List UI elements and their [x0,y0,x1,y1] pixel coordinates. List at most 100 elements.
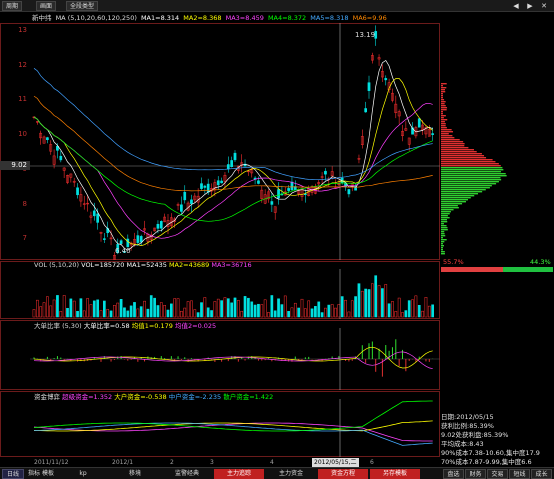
ratio-chart[interactable] [0,328,440,390]
tab-capital-eq[interactable]: 资金方程 [318,469,368,479]
vol-legend: VOL (5,10,20) VOL=185720 MA1=52435 MA2=4… [34,261,252,269]
tab-short[interactable]: 短线 [509,469,530,479]
tab-growth[interactable]: 成长 [531,469,552,479]
volume-bar [411,299,414,318]
chip-bar [441,179,502,181]
chip-bar [441,159,493,161]
volume-bar [186,301,190,318]
tab-finance[interactable]: 财务 [465,469,486,479]
loss-bar [503,267,553,272]
tab-daily[interactable]: 日线 [2,469,24,479]
capital-flow-chart[interactable] [0,399,440,457]
view-button[interactable]: 画面 [36,1,57,11]
tab-main-track[interactable]: 主力追踪 [214,469,264,479]
volume-bar [173,298,177,318]
ma-line [33,60,433,251]
date-label: 3 [210,459,214,466]
vol-title: VOL (5,10,20) [34,261,80,269]
chip-bar [441,135,453,137]
chip-bar [441,85,443,87]
volume-bar [304,308,307,318]
chip-bar [441,91,446,93]
volume-bar [350,300,354,318]
tab-indicator-template[interactable]: 指标 模板 [26,469,56,479]
chip-bar [441,131,454,133]
volume-bar [119,299,123,318]
chip-bar [441,201,467,203]
tab-pick[interactable]: 盘选 [443,469,464,479]
ma6-value: MA6=9.96 [352,14,387,22]
chip-bar [441,177,501,179]
volume-bar [277,298,280,318]
tab-main-capital[interactable]: 主力资金 [266,469,316,479]
volume-bar [233,297,237,318]
chip-bar [441,183,497,185]
volume-chart[interactable] [0,269,440,319]
chip-bar [441,193,479,195]
volume-bar [401,312,404,318]
volume-bar [327,304,331,318]
stat-70-cost: 70%成本7.87-9.99,集中度6.6 [441,458,532,466]
volume-bar [357,283,361,318]
chip-bar [441,89,446,91]
ma-legend: 新中纬 MA (5,10,20,60,120,250) MA1=8.314 MA… [0,13,440,23]
tab-kp[interactable]: kp [58,469,108,479]
tab-save-template[interactable]: 另存模板 [370,469,420,479]
chip-bar [441,221,448,223]
close-icon[interactable]: ✕ [538,1,550,11]
candle-body [431,133,434,135]
chip-bar [441,195,475,197]
date-axis: 2011/11/12 2012/1 2 3 4 2012/05/15,二 6 [30,458,440,467]
candle-body [203,185,207,188]
chip-bar [441,137,455,139]
prev-icon[interactable]: ◀ [510,1,522,11]
volume-bar [163,305,167,318]
chip-bar [441,157,487,159]
volume-bar [377,285,381,318]
ma3-value: MA3=8.459 [225,14,264,22]
stocktype-button[interactable]: 全段类型 [66,1,99,11]
volume-bar [310,308,314,318]
stat-date: 日期:2012/05/15 [441,413,494,421]
chip-bar [441,93,443,95]
candle-body [200,183,203,189]
chip-bar [441,111,443,113]
chip-bar [441,105,446,107]
tab-move[interactable]: 移境 [110,469,160,479]
chip-bar [441,167,503,169]
chip-stats: 日期:2012/05/15 获利比例:85.39% 9.02处获利盘:85.39… [441,413,554,467]
volume-bar [314,306,317,318]
profit-bar [441,267,503,272]
period-button[interactable]: 周期 [2,1,23,11]
vol-ma3: MA3=36716 [211,261,252,269]
candle-body [126,238,130,248]
chip-bar [441,109,447,111]
candle-body [183,191,187,201]
stat-profit-ratio: 获利比例:85.39% [441,422,494,430]
stat-avg-cost: 平均成本:8.43 [441,440,484,448]
chip-bar [441,247,443,249]
volume-bar [156,305,160,318]
ma5-value: MA5=8.318 [310,14,349,22]
volume-bar [69,298,73,318]
volume-bar [213,301,217,318]
tab-trade[interactable]: 交易 [487,469,508,479]
volume-bar [394,311,398,318]
volume-bar [106,309,110,318]
volume-bar [267,312,270,318]
volume-bar [113,305,116,318]
date-label: 2 [170,459,174,466]
chip-bar [441,153,482,155]
candle-body [290,181,294,191]
chip-bar [441,225,447,227]
tab-classic[interactable]: 监警经典 [162,469,212,479]
volume-bar [206,307,210,318]
chip-bar [441,223,444,225]
candle-body [103,238,106,240]
candlestick-chart[interactable]: 13.19 6.40 [0,23,440,260]
next-icon[interactable]: ▶ [524,1,536,11]
chip-bar [441,237,443,239]
volume-bar [330,304,334,318]
volume-bar [183,307,187,318]
chip-bar [441,173,506,175]
